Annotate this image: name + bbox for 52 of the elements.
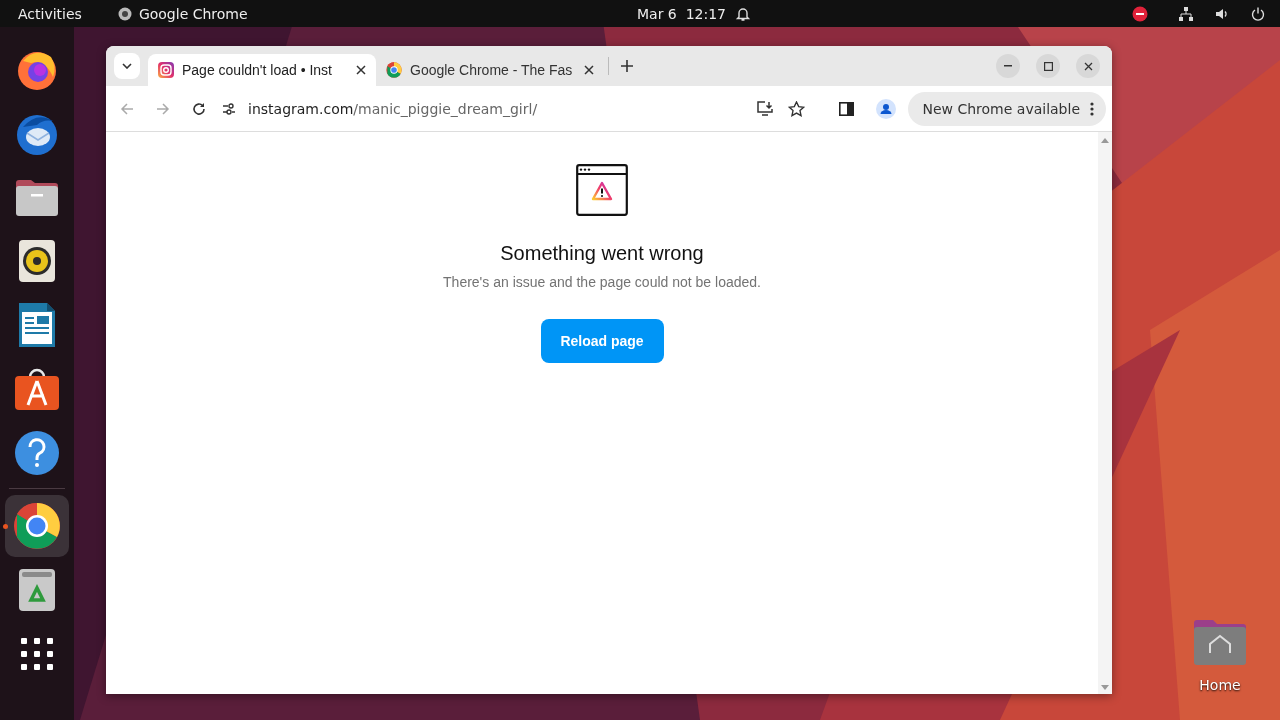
chrome-favicon-icon <box>386 62 402 78</box>
folder-icon <box>15 177 59 217</box>
more-icon <box>1090 101 1094 116</box>
minimize-button[interactable] <box>996 54 1020 78</box>
app-icon <box>117 6 132 21</box>
side-panel-icon[interactable] <box>839 101 855 116</box>
dock-app-button[interactable] <box>5 495 69 557</box>
browser-tab[interactable]: Google Chrome - The Fas <box>376 54 604 86</box>
update-button[interactable]: New Chrome available <box>908 91 1106 126</box>
network-icon[interactable] <box>1178 5 1194 22</box>
blocked-icon[interactable] <box>1132 5 1148 22</box>
new-tab-icon[interactable] <box>621 60 633 72</box>
close-icon[interactable] <box>356 65 366 75</box>
url-domain: instagram.com <box>248 100 354 117</box>
error-heading: Something went wrong <box>500 242 704 265</box>
reload-icon[interactable] <box>192 101 206 116</box>
tab-title: Page couldn't load • Inst <box>182 62 333 78</box>
scroll-up-icon[interactable] <box>1101 138 1109 143</box>
browser-tab[interactable]: Page couldn't load • Inst <box>148 54 376 86</box>
clock[interactable]: Mar 6 12:17 <box>637 5 727 22</box>
chevron-down-icon <box>122 63 132 69</box>
maximize-button[interactable] <box>1036 54 1060 78</box>
url-path: /manic_piggie_dream_girl/ <box>353 100 538 117</box>
profile-icon[interactable] <box>876 98 897 119</box>
error-message: There's an issue and the page could not be loaded. <box>443 274 761 290</box>
scrollbar[interactable] <box>1098 132 1112 694</box>
minimize-icon <box>1004 65 1012 67</box>
bell-icon[interactable] <box>735 5 751 22</box>
shopping-bag-icon <box>14 367 60 411</box>
app-grid-icon <box>21 638 53 670</box>
home-folder-icon[interactable] <box>1192 617 1248 667</box>
chrome-icon <box>13 502 61 550</box>
desktop-icon-label[interactable]: Home <box>1199 677 1241 693</box>
power-icon[interactable] <box>1250 5 1266 22</box>
app-menu[interactable]: Google Chrome <box>138 5 248 22</box>
tab-title: Google Chrome - The Fas <box>410 62 574 78</box>
maximize-icon <box>1043 61 1053 71</box>
activities-button[interactable]: Activities <box>18 5 82 22</box>
recycle-bin-icon <box>18 568 56 612</box>
close-icon[interactable] <box>584 65 594 75</box>
star-icon[interactable] <box>788 100 806 117</box>
help-icon <box>14 430 60 476</box>
scroll-down-icon[interactable] <box>1101 685 1109 690</box>
speaker-icon <box>18 239 56 283</box>
site-settings-icon[interactable] <box>222 102 236 115</box>
tab-search-button[interactable] <box>114 53 140 79</box>
close-icon <box>1083 61 1093 71</box>
close-button[interactable] <box>1076 54 1100 78</box>
camera-favicon-icon <box>158 62 174 78</box>
browser-warning-icon <box>576 164 628 216</box>
document-icon <box>18 302 56 348</box>
install-app-icon[interactable] <box>756 100 775 117</box>
